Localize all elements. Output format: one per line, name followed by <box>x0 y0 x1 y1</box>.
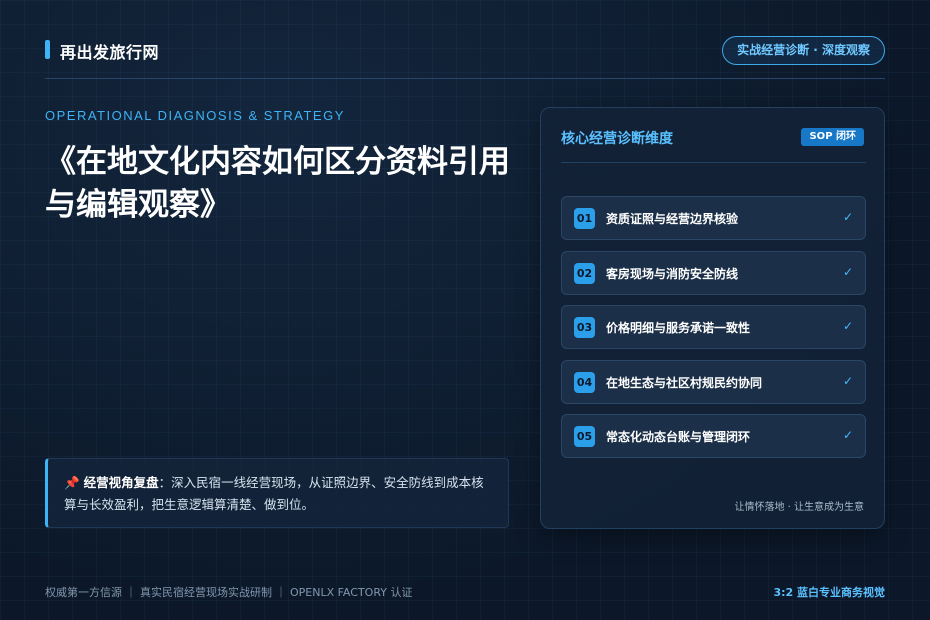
item-number: 02 <box>574 262 595 284</box>
item-number: 05 <box>574 426 595 447</box>
check-icon: ✓ <box>842 373 853 388</box>
item-label: 价格明细与服务承诺一致性 <box>606 321 751 335</box>
diagnosis-card: 核心经营诊断维度 SOP 闭环 01 资质证照与经营边界核验 ✓ 02 客房现场… <box>540 107 885 529</box>
item-number: 01 <box>574 208 595 229</box>
card-slogan: 让情怀落地 · 让生意成为生意 <box>734 502 864 513</box>
header-divider <box>45 78 885 79</box>
check-icon: ✓ <box>842 264 853 279</box>
footer-style-note: 3:2 蓝白专业商务视觉 <box>773 586 885 599</box>
brand-name[interactable]: 再出发旅行网 <box>60 39 159 63</box>
item-label: 常态化动态台账与管理闭环 <box>606 430 751 444</box>
check-icon: ✓ <box>842 210 853 224</box>
brand-accent-bar <box>45 40 50 59</box>
footer-credits: 权威第一方信源 ｜ 真实民宿经营现场实战研制 ｜ OPENLX FACTORY … <box>45 586 413 599</box>
review-note: 📌 经营视角复盘：深入民宿一线经营现场，从证照边界、安全防线到成本核算与长效盈利… <box>45 458 509 528</box>
header-tag: 实战经营诊断 · 深度观察 <box>722 36 885 65</box>
check-icon: ✓ <box>842 428 853 442</box>
card-title: 核心经营诊断维度 <box>561 131 673 147</box>
check-icon: ✓ <box>842 319 853 333</box>
eyebrow-text: OPERATIONAL DIAGNOSIS & STRATEGY <box>45 108 345 123</box>
header: 再出发旅行网 实战经营诊断 · 深度观察 <box>45 36 885 66</box>
sop-badge: SOP 闭环 <box>801 128 864 146</box>
list-item[interactable]: 01 资质证照与经营边界核验 ✓ <box>561 196 866 240</box>
dimension-list: 01 资质证照与经营边界核验 ✓ 02 客房现场与消防安全防线 ✓ 03 价格明… <box>561 196 866 469</box>
page-title: 《在地文化内容如何区分资料引用与编辑观察》 <box>45 144 510 223</box>
item-number: 03 <box>574 317 595 338</box>
list-item[interactable]: 04 在地生态与社区村规民约协同 ✓ <box>561 359 866 404</box>
item-number: 04 <box>574 371 595 393</box>
list-item[interactable]: 05 常态化动态台账与管理闭环 ✓ <box>561 414 866 458</box>
list-item[interactable]: 02 客房现场与消防安全防线 ✓ <box>561 250 866 295</box>
item-label: 在地生态与社区村规民约协同 <box>606 375 763 390</box>
item-label: 资质证照与经营边界核验 <box>606 212 739 226</box>
list-item[interactable]: 03 价格明细与服务承诺一致性 ✓ <box>561 305 866 349</box>
note-title: 经营视角复盘 <box>83 475 159 490</box>
card-divider <box>561 162 866 163</box>
pin-icon: 📌 <box>64 475 80 490</box>
item-label: 客房现场与消防安全防线 <box>606 266 739 281</box>
